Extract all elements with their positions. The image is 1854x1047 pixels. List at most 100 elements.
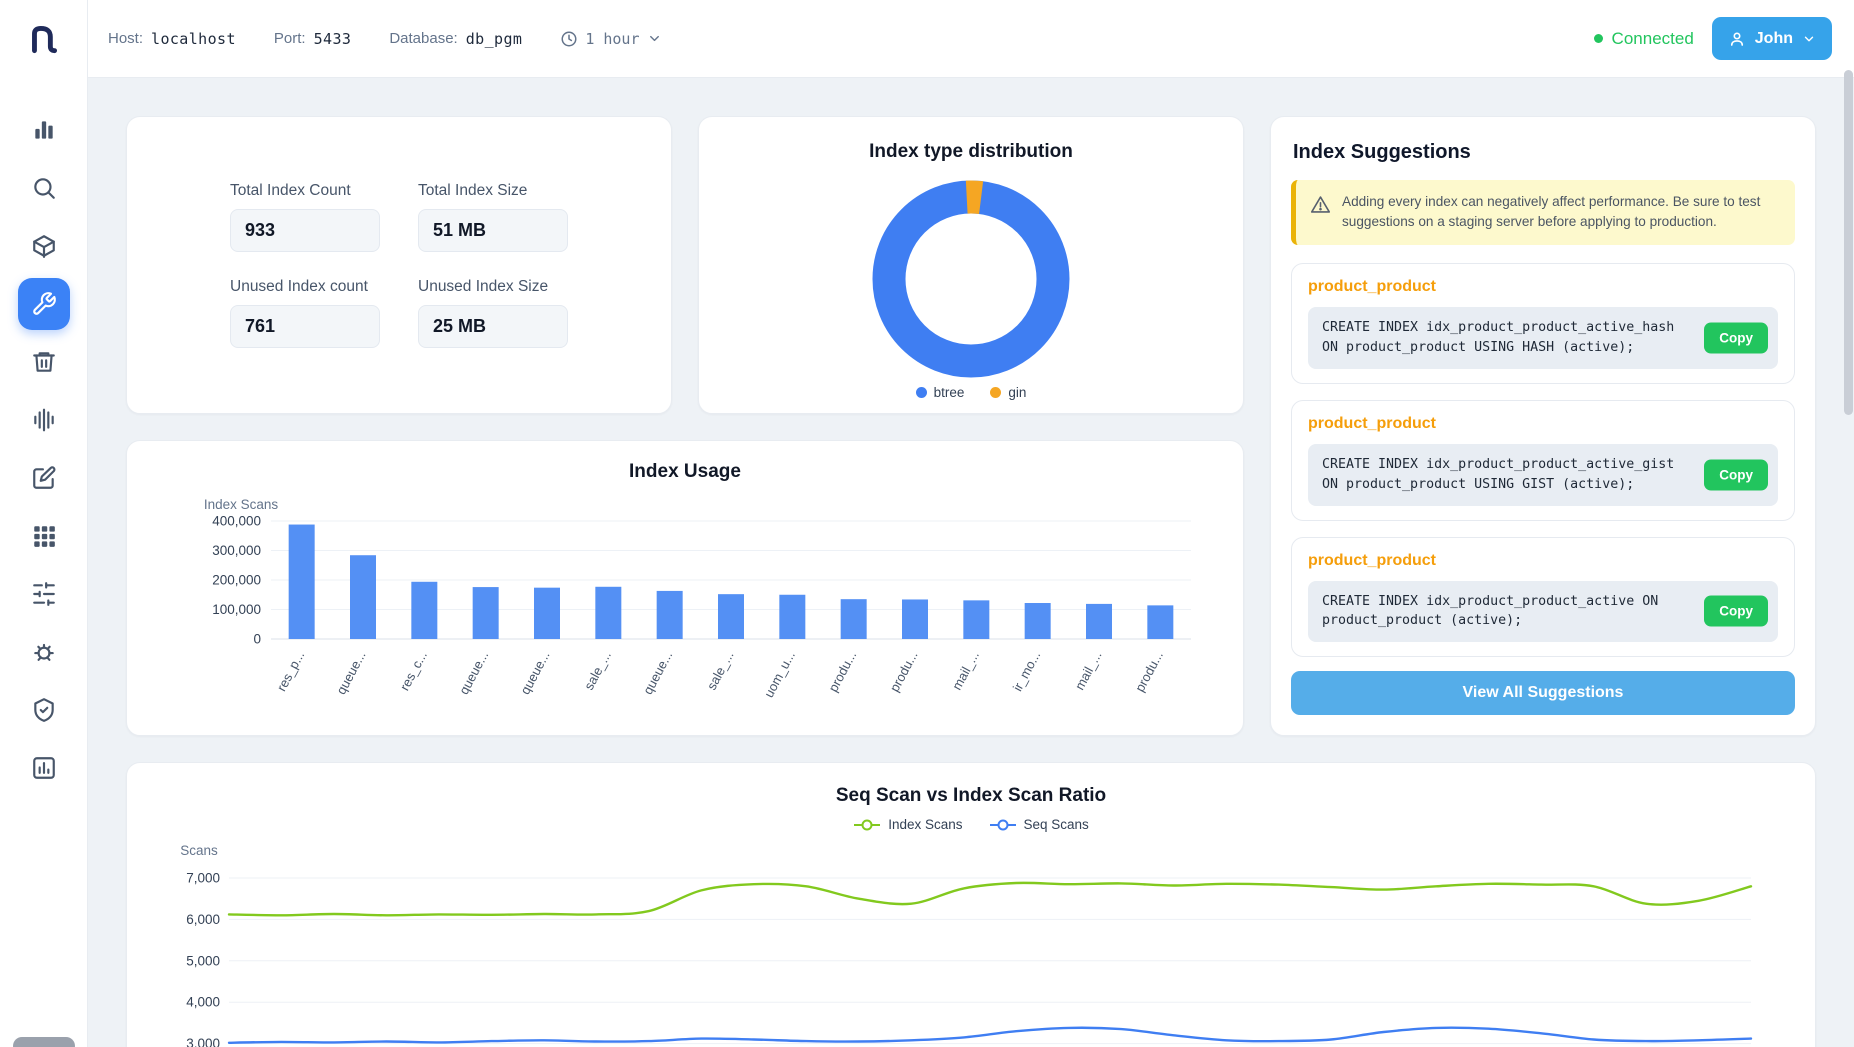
time-range-select[interactable]: 1 hour xyxy=(560,30,661,48)
stat-value: 25 MB xyxy=(418,305,568,348)
sidebar-collapse-handle[interactable] xyxy=(13,1037,75,1047)
copy-button[interactable]: Copy xyxy=(1704,596,1768,627)
svg-text:sale_...: sale_... xyxy=(581,648,614,692)
search-icon xyxy=(31,175,57,201)
database-value: db_pgm xyxy=(466,30,523,48)
port-label: Port: xyxy=(274,30,306,47)
suggestion-card: product_product CREATE INDEX idx_product… xyxy=(1291,263,1795,384)
suggestions-warning: Adding every index can negatively affect… xyxy=(1291,180,1795,245)
svg-text:queue...: queue... xyxy=(517,648,552,697)
stat-item-3: Unused Index Size 25 MB xyxy=(418,278,568,348)
svg-text:queue...: queue... xyxy=(333,648,368,697)
sidebar-item-reports[interactable] xyxy=(18,742,70,794)
index-suggestions-card: Index Suggestions Adding every index can… xyxy=(1270,116,1816,736)
donut-chart-title: Index type distribution xyxy=(721,141,1221,163)
sidebar-item-search[interactable] xyxy=(18,162,70,214)
suggestion-table-name: product_product xyxy=(1308,552,1778,570)
stat-label: Total Index Size xyxy=(418,182,568,200)
legend-label: gin xyxy=(1008,385,1026,400)
sliders-icon xyxy=(31,581,57,607)
sidebar-item-debug[interactable] xyxy=(18,626,70,678)
scrollbar-thumb[interactable] xyxy=(1844,70,1853,415)
bug-icon xyxy=(31,639,57,665)
sidebar-item-cleanup[interactable] xyxy=(18,336,70,388)
suggestion-card: product_product CREATE INDEX idx_product… xyxy=(1291,400,1795,521)
sidebar-item-security[interactable] xyxy=(18,684,70,736)
edit-icon xyxy=(31,465,57,491)
grid-icon xyxy=(31,523,57,549)
suggestion-sql: CREATE INDEX idx_product_product_active … xyxy=(1308,581,1778,643)
status-dot xyxy=(1594,34,1603,43)
suggestions-list: product_product CREATE INDEX idx_product… xyxy=(1291,263,1795,658)
app-logo[interactable] xyxy=(0,0,87,78)
sidebar-item-filters[interactable] xyxy=(18,568,70,620)
usage-chart-title: Index Usage xyxy=(151,461,1219,483)
database-field: Database: db_pgm xyxy=(389,30,522,48)
svg-text:produ...: produ... xyxy=(825,648,859,694)
sidebar-item-editor[interactable] xyxy=(18,452,70,504)
sidebar-item-tables[interactable] xyxy=(18,510,70,562)
clock-icon xyxy=(560,30,578,48)
page-scrollbar[interactable] xyxy=(1844,70,1853,1040)
shield-icon xyxy=(31,697,57,723)
port-value: 5433 xyxy=(314,30,352,48)
legend-item-index-scans[interactable]: Index Scans xyxy=(853,817,962,832)
suggestion-sql: CREATE INDEX idx_product_product_active_… xyxy=(1308,444,1778,506)
svg-text:6,000: 6,000 xyxy=(186,912,220,927)
ratio-chart-title: Seq Scan vs Index Scan Ratio xyxy=(151,785,1791,807)
stat-label: Unused Index count xyxy=(230,278,380,296)
svg-text:0: 0 xyxy=(253,632,261,647)
sidebar-item-objects[interactable] xyxy=(18,220,70,272)
user-name: John xyxy=(1755,30,1793,48)
svg-text:100,000: 100,000 xyxy=(212,602,261,617)
chart-panel-icon xyxy=(31,755,57,781)
legend-line-icon xyxy=(853,819,881,831)
view-all-suggestions-button[interactable]: View All Suggestions xyxy=(1291,671,1795,715)
legend-label: Index Scans xyxy=(888,817,962,832)
stat-item-2: Unused Index count 761 xyxy=(230,278,380,348)
suggestion-sql: CREATE INDEX idx_product_product_active_… xyxy=(1308,307,1778,369)
svg-text:res_p...: res_p... xyxy=(274,648,308,693)
svg-text:5,000: 5,000 xyxy=(186,953,220,968)
svg-text:sale_...: sale_... xyxy=(704,648,737,692)
connection-status: Connected xyxy=(1594,29,1694,49)
ratio-chart: Scans7,0006,0005,0004,0003,000 xyxy=(151,838,1793,1047)
stat-value: 51 MB xyxy=(418,209,568,252)
legend-item-seq-scans[interactable]: Seq Scans xyxy=(989,817,1089,832)
legend-item-gin[interactable]: gin xyxy=(990,385,1026,400)
sidebar-nav xyxy=(18,104,70,794)
user-menu-button[interactable]: John xyxy=(1712,17,1832,60)
bar-chart-icon xyxy=(31,117,57,143)
warning-text: Adding every index can negatively affect… xyxy=(1342,192,1781,233)
sidebar-item-index-tools[interactable] xyxy=(18,278,70,330)
copy-button[interactable]: Copy xyxy=(1704,322,1768,353)
stat-item-1: Total Index Size 51 MB xyxy=(418,182,568,252)
warning-triangle-icon xyxy=(1310,194,1331,215)
index-stats-card: Total Index Count 933Total Index Size 51… xyxy=(126,116,672,414)
stat-value: 933 xyxy=(230,209,380,252)
svg-text:Index Scans: Index Scans xyxy=(204,497,279,512)
app-window: Host: localhost Port: 5433 Database: db_… xyxy=(0,0,1854,1047)
status-text: Connected xyxy=(1612,29,1694,49)
legend-label: Seq Scans xyxy=(1024,817,1089,832)
legend-dot xyxy=(990,387,1001,398)
svg-text:3,000: 3,000 xyxy=(186,1036,220,1047)
index-usage-chart: Index Scans0100,000200,000300,000400,000… xyxy=(151,495,1221,727)
svg-text:7,000: 7,000 xyxy=(186,871,220,886)
database-label: Database: xyxy=(389,30,457,47)
cube-icon xyxy=(31,233,57,259)
host-value: localhost xyxy=(151,30,236,48)
wrench-icon xyxy=(31,291,57,317)
stats-grid: Total Index Count 933Total Index Size 51… xyxy=(230,182,568,348)
stat-value: 761 xyxy=(230,305,380,348)
copy-button[interactable]: Copy xyxy=(1704,459,1768,490)
sidebar-item-dashboard[interactable] xyxy=(18,104,70,156)
svg-text:mail_...: mail_... xyxy=(1072,648,1105,692)
port-field: Port: 5433 xyxy=(274,30,351,48)
legend-item-btree[interactable]: btree xyxy=(916,385,965,400)
sidebar-item-activity[interactable] xyxy=(18,394,70,446)
suggestion-card: product_product CREATE INDEX idx_product… xyxy=(1291,537,1795,658)
time-range-value: 1 hour xyxy=(585,30,639,48)
svg-text:Scans: Scans xyxy=(180,843,218,858)
scan-ratio-card: Seq Scan vs Index Scan Ratio Index Scans… xyxy=(126,762,1816,1047)
